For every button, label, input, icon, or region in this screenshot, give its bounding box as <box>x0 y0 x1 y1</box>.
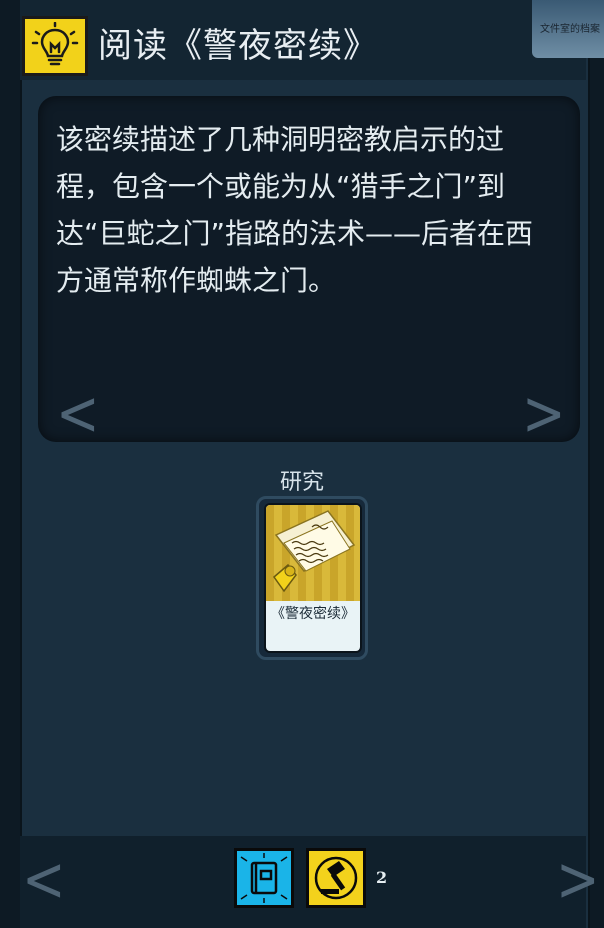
lore-book-icon[interactable] <box>234 848 294 908</box>
card[interactable]: 《警夜密续》 <box>264 503 362 653</box>
lightbulb-icon-svg <box>31 22 79 66</box>
lore-book-svg <box>240 853 288 903</box>
aspect-count: 2 <box>376 868 388 887</box>
manuscript-icon <box>266 505 360 601</box>
corner-card[interactable]: 文件室的档案 <box>532 0 604 58</box>
situation-title: 阅读《警夜密续》 <box>98 26 378 66</box>
text-next-arrow[interactable]: > <box>522 383 566 445</box>
forge-hammer-svg <box>314 856 358 900</box>
card-label: 《警夜密续》 <box>271 606 355 622</box>
forge-hammer-icon[interactable] <box>306 848 366 908</box>
text-prev-arrow[interactable]: < <box>56 383 100 445</box>
corner-card-label: 文件室的档案 <box>540 24 600 35</box>
footer-next-arrow[interactable]: > <box>556 849 600 911</box>
lightbulb-icon <box>22 16 88 76</box>
footer-prev-arrow[interactable]: < <box>22 849 66 911</box>
description-text: 该密续描述了几种洞明密教启示的过程，包含一个或能为从“猎手之门”到达“巨蛇之门”… <box>56 123 534 297</box>
footer-bar <box>20 836 586 928</box>
manuscript-art <box>272 510 356 593</box>
game-window: 阅读《警夜密续》 文件室的档案 该密续描述了几种洞明密教启示的过程，包含一个或能… <box>0 0 604 928</box>
slot-label: 研究 <box>279 470 324 495</box>
